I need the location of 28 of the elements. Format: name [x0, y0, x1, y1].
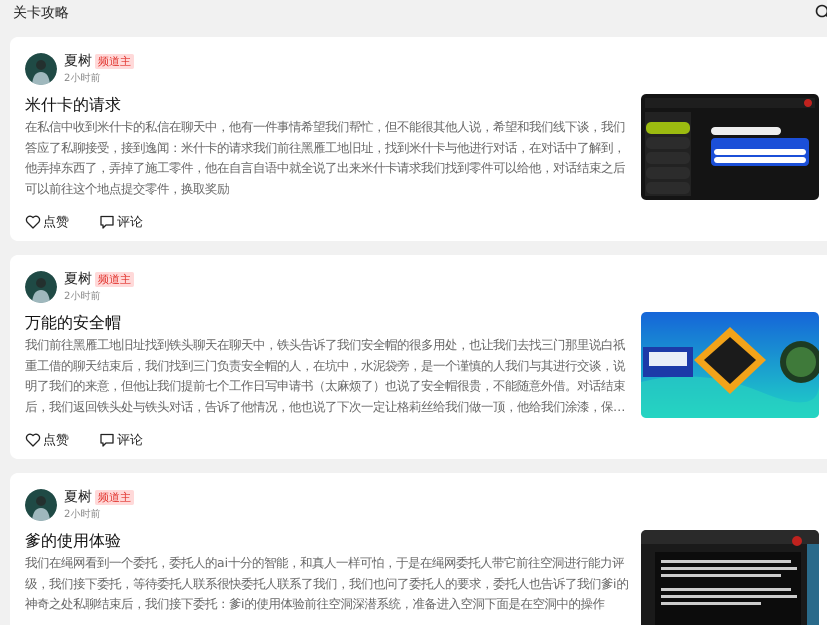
post-time: 2小时前	[64, 72, 102, 85]
speech-bubble-icon	[99, 214, 115, 230]
author-name[interactable]: 夏树	[64, 52, 92, 70]
search-icon[interactable]	[815, 4, 827, 20]
like-button[interactable]: 点赞	[25, 213, 69, 231]
like-button[interactable]: 点赞	[25, 431, 69, 449]
author-name[interactable]: 夏树	[64, 270, 92, 288]
speech-bubble-icon	[99, 432, 115, 448]
avatar[interactable]	[25, 488, 57, 520]
role-badge: 频道主	[95, 490, 134, 504]
post-time: 2小时前	[64, 290, 102, 303]
post-time: 2小时前	[64, 508, 102, 521]
avatar[interactable]	[25, 270, 57, 302]
post-title[interactable]: 米什卡的请求	[25, 95, 629, 116]
post-title[interactable]: 爹的使用体验	[25, 531, 629, 552]
page-title: 关卡攻略	[13, 4, 69, 22]
heart-icon	[25, 432, 41, 448]
comment-button[interactable]: 评论	[99, 431, 143, 449]
post-title[interactable]: 万能的安全帽	[25, 313, 629, 334]
role-badge: 频道主	[95, 54, 134, 68]
comment-button[interactable]: 评论	[99, 213, 143, 231]
post-text: 我们前往黑雁工地旧址找到铁头聊天在聊天中，铁头告诉了我们安全帽的很多用处，也让我们去找三门那里说白祇重工借的聊天结束后，我们找到三门负责安全帽的人，在坑中，水泥袋旁，是一个谨慎的人我们与其进行交谈，说明了我们的来意，但他让我们提前七个工作日写申请书（太麻烦了）也说了安全帽很贵，不能随意外借。对话结束后，我们返回铁头处与铁头对话，告诉了他情况，他也说了下次一定让格莉丝给我们做一顶，他给我们涂漆，保…	[25, 336, 626, 416]
post-text: 在私信中收到米什卡的私信在聊天中，他有一件事情希望我们帮忙，但不能很其他人说，希望和我们线下谈，我们答应了私聊接受，接到逸闻：米什卡的请求我们前往黑雁工地旧址，找到米什卡与他进行对话，在对话中了解到，他弄掉东西了，弄掉了施工零件，他在自言自语中就全说了出来米什卡请求我们找到零件可以给他，对话结束之后可以前往这个地点提交零件，换取奖励	[25, 118, 626, 198]
role-badge: 频道主	[95, 272, 134, 286]
post-text: 我们在绳网看到一个委托，委托人的ai十分的智能，和真人一样可怕，于是在绳网委托人带它前往空洞进行能力评级，我们接下委托，等待委托人联系很快委托人联系了我们，我们也问了委托人的要求，委托人也告诉了我们爹i的神奇之处私聊结束后，我们接下委托：爹i的使用体验前往空洞深潜系统，准备进入空洞下面是在空洞中的操作	[25, 554, 629, 613]
heart-icon	[25, 214, 41, 230]
author-name[interactable]: 夏树	[64, 488, 92, 506]
avatar[interactable]	[25, 52, 57, 84]
